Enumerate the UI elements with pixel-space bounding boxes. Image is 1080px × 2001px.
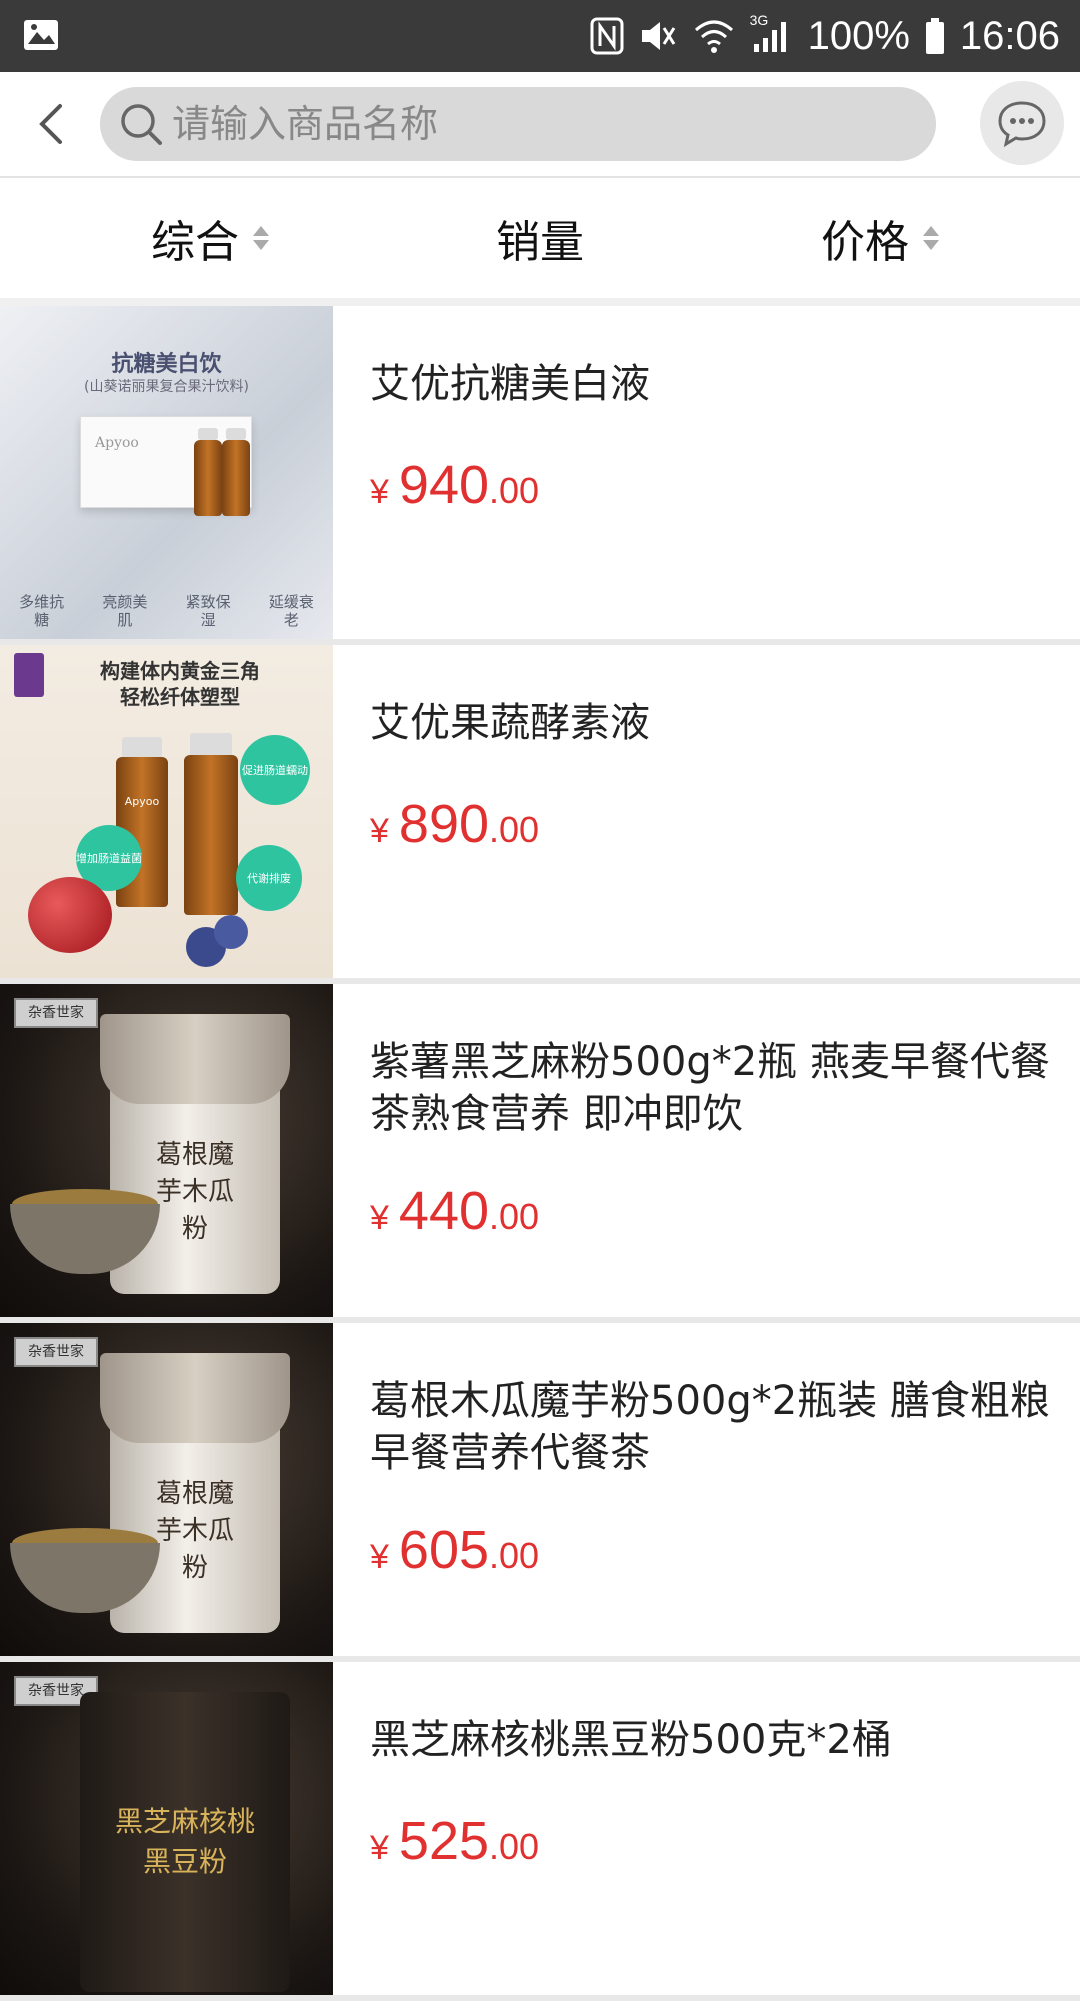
wifi-icon xyxy=(692,16,736,56)
product-title: 紫薯黑芝麻粉500g*2瓶 燕麦早餐代餐茶熟食营养 即冲即饮 xyxy=(370,1039,1050,1137)
sort-arrows-icon xyxy=(253,226,269,250)
product-title: 艾优果蔬酵素液 xyxy=(370,700,650,746)
nfc-icon xyxy=(590,16,624,56)
product-list: 抗糖美白饮 (山葵诺丽果复合果汁饮料) Apyoo 多维抗糖 亮颜美肌 紧致保湿… xyxy=(0,306,1080,2001)
product-item[interactable]: 杂香世家 葛根魔芋木瓜粉 紫薯黑芝麻粉500g*2瓶 燕麦早餐代餐茶熟食营养 即… xyxy=(0,984,1080,1323)
status-bar: 3G 100% 16:06 xyxy=(0,0,1080,72)
tab-price[interactable]: 价格 xyxy=(700,178,1060,298)
product-item[interactable]: 杂香世家 葛根魔芋木瓜粉 葛根木瓜魔芋粉500g*2瓶装 膳食粗粮早餐营养代餐茶… xyxy=(0,1323,1080,1662)
apple-icon xyxy=(28,877,112,953)
product-item[interactable]: 抗糖美白饮 (山葵诺丽果复合果汁饮料) Apyoo 多维抗糖 亮颜美肌 紧致保湿… xyxy=(0,306,1080,645)
product-price: ¥605.00 xyxy=(370,1520,540,1580)
chevron-left-icon xyxy=(39,104,62,144)
clock: 16:06 xyxy=(959,13,1060,58)
message-button[interactable] xyxy=(980,81,1064,165)
tab-label: 销量 xyxy=(496,217,584,268)
product-title: 艾优抗糖美白液 xyxy=(370,361,650,407)
battery-icon xyxy=(924,16,946,56)
search-box[interactable] xyxy=(100,87,936,161)
battery-percent: 100% xyxy=(807,13,910,58)
product-title: 葛根木瓜魔芋粉500g*2瓶装 膳食粗粮早餐营养代餐茶 xyxy=(370,1378,1050,1476)
brand-logo: 杂香世家 xyxy=(14,1337,98,1367)
chat-bubble-icon xyxy=(998,101,1046,148)
mute-icon xyxy=(638,16,678,56)
divider xyxy=(0,298,1080,306)
product-image: 杂香世家 黑芝麻核桃黑豆粉 xyxy=(0,1662,333,1995)
tab-comprehensive[interactable]: 综合 xyxy=(30,178,390,298)
back-button[interactable] xyxy=(24,94,84,154)
product-price: ¥890.00 xyxy=(370,794,540,854)
tab-label: 综合 xyxy=(151,217,239,268)
product-price: ¥440.00 xyxy=(370,1181,540,1241)
signal-icon: 3G xyxy=(750,12,794,56)
product-item[interactable]: 杂香世家 黑芝麻核桃黑豆粉 黑芝麻核桃黑豆粉500克*2桶 ¥525.00 xyxy=(0,1662,1080,2001)
product-price: ¥525.00 xyxy=(370,1811,540,1871)
search-icon xyxy=(121,104,162,145)
image-icon xyxy=(22,16,60,54)
product-image: 杂香世家 葛根魔芋木瓜粉 xyxy=(0,1323,333,1656)
product-price: ¥940.00 xyxy=(370,455,540,515)
sort-bar: 综合 销量 价格 xyxy=(0,178,1080,298)
search-input[interactable] xyxy=(172,87,912,161)
tab-label: 价格 xyxy=(821,217,909,268)
tab-sales[interactable]: 销量 xyxy=(360,178,720,298)
brand-logo: 杂香世家 xyxy=(14,998,98,1028)
feature-labels: 多维抗糖 亮颜美肌 紧致保湿 延缓衰老 xyxy=(19,593,314,629)
search-header xyxy=(0,72,1080,178)
product-item[interactable]: 构建体内黄金三角 轻松纤体塑型 Apyoo 促进肠道蠕动 增加肠道益菌 代谢排废… xyxy=(0,645,1080,984)
berry-icon xyxy=(214,915,248,949)
sort-arrows-icon xyxy=(923,226,939,250)
product-image: 构建体内黄金三角 轻松纤体塑型 Apyoo 促进肠道蠕动 增加肠道益菌 代谢排废 xyxy=(0,645,333,978)
product-title: 黑芝麻核桃黑豆粉500克*2桶 xyxy=(370,1717,892,1763)
product-image: 抗糖美白饮 (山葵诺丽果复合果汁饮料) Apyoo 多维抗糖 亮颜美肌 紧致保湿… xyxy=(0,306,333,639)
product-image: 杂香世家 葛根魔芋木瓜粉 xyxy=(0,984,333,1317)
